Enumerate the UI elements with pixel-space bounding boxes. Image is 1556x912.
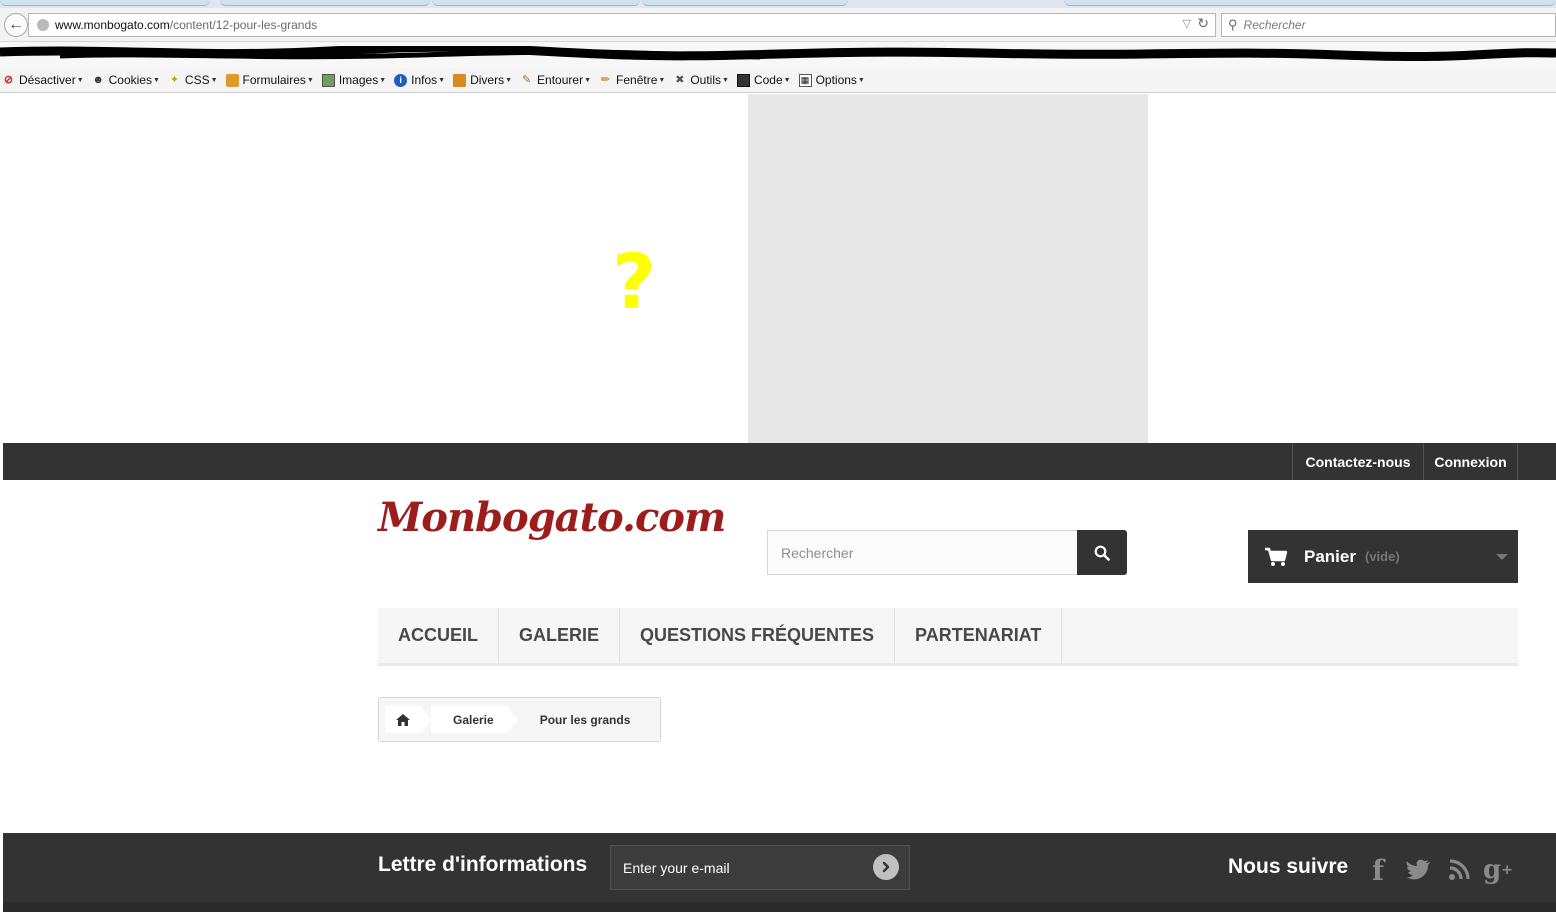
site-search-placeholder: Rechercher <box>781 544 854 561</box>
header-top-bar: Contactez-nous Connexion <box>3 443 1556 480</box>
url-dropdown-icon[interactable]: ▽ <box>1183 17 1191 30</box>
cart-status: (vide) <box>1364 549 1400 564</box>
disable-icon: ⊘ <box>3 73 14 86</box>
back-button[interactable]: ← <box>4 13 28 37</box>
url-path: /content/12-pour-les-grands <box>169 18 318 32</box>
shopping-cart-icon <box>1265 547 1288 566</box>
toolbar-item-tools[interactable]: ✖ Outils ▼ <box>673 73 729 87</box>
toolbar-item-label: Outils <box>690 73 721 87</box>
toolbar-item-label: Cookies <box>108 73 152 87</box>
search-icon <box>1094 545 1110 561</box>
outline-icon: ✎ <box>521 73 532 86</box>
footer-bottom-strip <box>3 902 1556 912</box>
main-menu: ACCUEIL GALERIE QUESTIONS FRÉQUENTES PAR… <box>378 608 1518 666</box>
toolbar-item-label: Options <box>815 73 857 87</box>
twitter-icon[interactable] <box>1403 855 1433 885</box>
tools-icon: ✖ <box>675 73 685 86</box>
url-bar[interactable]: www.monbogato.com /content/12-pour-les-g… <box>28 13 1216 37</box>
web-page: ? Contactez-nous Connexion Monbogato.com… <box>0 94 1556 912</box>
toolbar-item-css[interactable]: ✦ CSS ▼ <box>168 73 218 87</box>
newsletter-submit-button[interactable] <box>873 854 899 880</box>
cookie-icon: ☻ <box>92 73 104 86</box>
login-link[interactable]: Connexion <box>1423 443 1518 480</box>
back-arrow-icon: ← <box>8 16 24 33</box>
chevron-right-icon <box>882 861 890 873</box>
google-plus-icon[interactable]: g + <box>1483 855 1513 885</box>
toolbar-item-label: Code <box>753 73 783 87</box>
css-icon: ✦ <box>169 73 180 86</box>
search-icon: ⚲ <box>1228 17 1238 32</box>
newsletter-email-input[interactable]: Enter your e-mail <box>610 845 910 890</box>
web-developer-toolbar: ⊘ Désactiver ▼ ☻ Cookies ▼ ✦ CSS ▼ Formulai… <box>0 68 1556 93</box>
rss-icon[interactable] <box>1446 855 1472 885</box>
toolbar-item-label: Infos <box>411 73 438 87</box>
browser-navbar: ← www.monbogato.com /content/12-pour-les… <box>0 8 1556 42</box>
site-logo[interactable]: Monbogato.com <box>378 494 726 541</box>
home-icon <box>396 713 410 726</box>
toolbar-item-label: CSS <box>184 73 210 87</box>
follow-title: Nous suivre <box>1228 855 1349 878</box>
toolbar-item-label: Formulaires <box>242 73 306 87</box>
toolbar-item-outline[interactable]: ✎ Entourer ▼ <box>520 73 591 87</box>
site-search-button[interactable] <box>1077 530 1127 575</box>
browser-tab[interactable] <box>432 0 640 6</box>
chevron-down-icon <box>1496 554 1508 560</box>
contact-link[interactable]: Contactez-nous <box>1292 443 1423 480</box>
browser-search-input[interactable]: ⚲ Rechercher <box>1221 13 1556 37</box>
breadcrumb-item-galerie[interactable]: Galerie <box>431 706 508 733</box>
newsletter-title: Lettre d'informations <box>378 853 588 876</box>
forms-icon <box>225 73 239 87</box>
breadcrumb-separator <box>507 706 518 733</box>
toolbar-item-window[interactable]: ✏ Fenêtre ▼ <box>599 73 665 87</box>
cart-label: Panier <box>1304 546 1356 566</box>
footer: Lettre d'informations Enter your e-mail … <box>3 833 1556 912</box>
browser-tab[interactable] <box>642 0 848 6</box>
url-domain: www.monbogato.com <box>55 18 170 32</box>
redaction-scribble <box>0 46 1556 62</box>
toolbar-item-cookies[interactable]: ☻ Cookies ▼ <box>92 73 160 87</box>
code-icon <box>736 73 750 87</box>
annotation-question-mark: ? <box>612 237 657 326</box>
toolbar-item-info[interactable]: i Infos ▼ <box>394 73 445 87</box>
toolbar-item-label: Désactiver <box>19 73 76 87</box>
menu-item-partenariat[interactable]: PARTENARIAT <box>895 608 1063 663</box>
toolbar-item-misc[interactable]: Divers ▼ <box>453 73 512 87</box>
breadcrumb-separator <box>421 706 431 733</box>
toolbar-item-label: Images <box>338 73 379 87</box>
reload-icon[interactable]: ↻ <box>1197 15 1209 32</box>
breadcrumb-current: Pour les grands <box>539 712 631 727</box>
info-icon: i <box>394 73 408 87</box>
facebook-icon[interactable]: f <box>1368 854 1388 887</box>
window-icon: ✏ <box>600 73 611 86</box>
banner-image-placeholder <box>748 94 1148 443</box>
images-icon <box>321 73 335 87</box>
options-icon: ▦ <box>798 73 812 87</box>
misc-icon <box>453 73 467 87</box>
toolbar-item-disable[interactable]: ⊘ Désactiver ▼ <box>2 73 84 87</box>
menu-item-questions[interactable]: QUESTIONS FRÉQUENTES <box>620 608 896 663</box>
globe-icon <box>37 19 49 31</box>
browser-tab[interactable] <box>1064 0 1556 6</box>
toolbar-item-label: Divers <box>470 73 505 87</box>
toolbar-item-options[interactable]: ▦ Options ▼ <box>798 73 865 87</box>
browser-tab[interactable] <box>220 0 430 6</box>
menu-item-galerie[interactable]: GALERIE <box>499 608 621 663</box>
browser-tabstrip <box>0 0 1556 8</box>
toolbar-item-label: Fenêtre <box>616 73 658 87</box>
browser-tab[interactable] <box>0 0 210 6</box>
toolbar-item-code[interactable]: Code ▼ <box>736 73 791 87</box>
newsletter-placeholder: Enter your e-mail <box>623 859 730 876</box>
toolbar-item-images[interactable]: Images ▼ <box>321 73 386 87</box>
browser-search-placeholder: Rechercher <box>1243 18 1306 32</box>
menu-item-accueil[interactable]: ACCUEIL <box>378 608 499 663</box>
cart-block[interactable]: Panier (vide) <box>1248 530 1518 583</box>
breadcrumb: Galerie Pour les grands <box>378 697 662 742</box>
toolbar-item-forms[interactable]: Formulaires ▼ <box>225 73 314 87</box>
toolbar-item-label: Entourer <box>537 73 584 87</box>
breadcrumb-home[interactable] <box>385 706 421 733</box>
site-search-input[interactable]: Rechercher <box>767 530 1079 575</box>
